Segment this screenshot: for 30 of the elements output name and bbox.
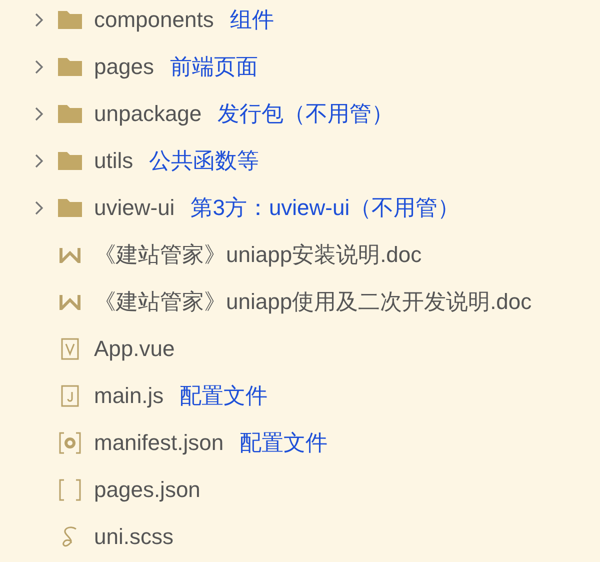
folder-icon bbox=[58, 58, 82, 76]
annotation: 配置文件 bbox=[240, 429, 328, 457]
file-name[interactable]: 《建站管家》uniapp安装说明.doc bbox=[94, 238, 422, 271]
folder-name[interactable]: unpackage bbox=[94, 97, 202, 130]
file-v-icon bbox=[61, 338, 79, 360]
folder-icon bbox=[58, 198, 82, 216]
folder-icon bbox=[58, 152, 82, 170]
folder-name[interactable]: pages bbox=[94, 50, 154, 83]
file-name[interactable]: pages.json bbox=[94, 473, 200, 506]
file-name[interactable]: main.js bbox=[94, 379, 164, 412]
folder-icon bbox=[58, 10, 82, 28]
folder-icon bbox=[58, 104, 82, 122]
folder-name[interactable]: uview-ui bbox=[94, 191, 175, 224]
w-letter-icon bbox=[59, 246, 81, 262]
folder-name[interactable]: utils bbox=[94, 144, 134, 177]
annotation: 前端页面 bbox=[170, 53, 258, 81]
gear-file-icon bbox=[59, 432, 81, 454]
w-letter-icon bbox=[59, 294, 81, 310]
annotation: 配置文件 bbox=[180, 382, 268, 410]
file-name[interactable]: App.vue bbox=[94, 332, 175, 365]
file-j-icon bbox=[61, 384, 79, 406]
annotation: 第3方：uview-ui（不用管） bbox=[190, 194, 460, 222]
annotation: 公共函数等 bbox=[149, 147, 260, 175]
annotation: 发行包（不用管） bbox=[218, 100, 394, 128]
annotation: 组件 bbox=[230, 6, 274, 34]
file-name[interactable]: manifest.json bbox=[94, 426, 224, 459]
folder-name[interactable]: components bbox=[94, 3, 214, 36]
brackets-icon bbox=[59, 478, 81, 500]
file-name[interactable]: uni.scss bbox=[94, 520, 174, 553]
file-name[interactable]: 《建站管家》uniapp使用及二次开发说明.doc bbox=[94, 285, 532, 318]
